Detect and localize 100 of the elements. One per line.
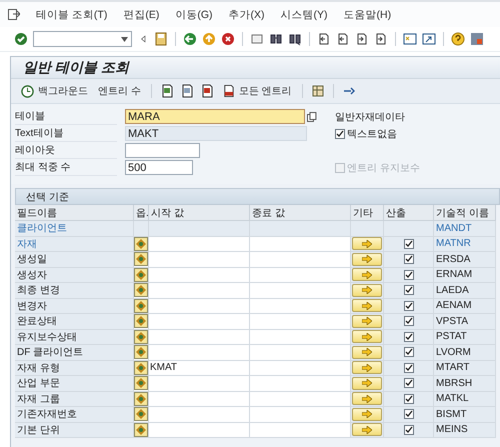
toolbar-button[interactable]: 백그라운드 (19, 84, 90, 98)
document-icon[interactable] (180, 84, 194, 98)
menu-item[interactable]: 추가(X) (228, 8, 264, 22)
toolbar-button[interactable]: 엔트리 수 (96, 84, 143, 98)
output-checkbox[interactable] (404, 285, 414, 296)
option-icon (136, 316, 146, 326)
input-field[interactable] (149, 345, 250, 360)
input-field[interactable] (250, 298, 351, 314)
input-field[interactable] (250, 345, 351, 360)
field-label: 테이블 (15, 108, 117, 125)
menu-item[interactable]: 편집(E) (123, 8, 160, 22)
input-field[interactable] (149, 392, 250, 407)
input-field[interactable] (149, 252, 250, 268)
document-icon[interactable] (160, 84, 174, 98)
input-field[interactable] (250, 330, 351, 345)
table-cell: PSTAT (434, 330, 496, 345)
field-name: 자재 유형 (17, 362, 60, 375)
find-next-icon[interactable] (288, 32, 302, 46)
input-field[interactable] (149, 314, 250, 330)
field-name: 생성일 (17, 253, 47, 266)
input-field[interactable] (250, 236, 351, 252)
clock-icon (21, 84, 34, 98)
output-checkbox[interactable] (404, 378, 414, 388)
input-field[interactable] (149, 236, 250, 252)
find-icon[interactable] (269, 32, 283, 46)
input-field[interactable] (250, 252, 351, 268)
input-field[interactable] (250, 283, 351, 298)
option-icon (136, 254, 146, 264)
input-field[interactable] (250, 360, 351, 376)
column-header: 기술적 이름 (434, 205, 496, 221)
input-field[interactable]: MAKT (125, 126, 307, 141)
input-field[interactable] (149, 298, 250, 314)
output-checkbox[interactable] (404, 254, 414, 264)
input-field[interactable] (125, 143, 200, 158)
column-header: 옵. (134, 205, 149, 221)
output-checkbox[interactable] (404, 238, 414, 249)
field-name: 클라이언트 (17, 222, 67, 236)
input-field[interactable] (250, 314, 351, 330)
page-icon[interactable] (374, 32, 388, 46)
table-cell: VPSTA (434, 314, 496, 330)
input-field[interactable] (149, 283, 250, 298)
document-icon (222, 84, 235, 98)
input-field[interactable] (149, 268, 250, 283)
input-field[interactable] (250, 392, 351, 407)
page-icon[interactable] (317, 32, 331, 46)
output-checkbox[interactable] (404, 332, 414, 342)
input-field[interactable] (149, 330, 250, 345)
checkbox[interactable] (335, 128, 345, 138)
field-name: 자재 그룹 (17, 392, 60, 406)
output-checkbox[interactable] (404, 270, 414, 280)
menu-item[interactable]: 이동(G) (175, 8, 212, 22)
save-icon[interactable] (154, 32, 168, 46)
input-field[interactable] (250, 422, 351, 438)
menu-item[interactable]: 도움말(H) (344, 8, 392, 22)
input-field[interactable]: 500 (125, 160, 193, 175)
option-icon (136, 238, 146, 249)
output-checkbox[interactable] (404, 424, 414, 435)
table-cell: MATKL (434, 392, 496, 407)
input-field[interactable] (250, 376, 351, 392)
output-checkbox[interactable] (404, 409, 414, 420)
menu-item[interactable]: 테이블 조회(T) (36, 8, 108, 22)
output-checkbox[interactable] (404, 300, 414, 311)
cancel-icon[interactable] (221, 32, 235, 46)
option-icon (136, 424, 146, 435)
input-field[interactable] (250, 268, 351, 283)
input-field[interactable] (149, 422, 250, 438)
table-icon[interactable] (310, 84, 325, 98)
output-checkbox[interactable] (404, 394, 414, 404)
input-field[interactable]: MARA (125, 109, 306, 124)
command-field[interactable] (33, 31, 132, 47)
enter-icon[interactable] (14, 32, 28, 46)
table-cell: AENAM (434, 298, 496, 314)
output-checkbox[interactable] (404, 347, 414, 358)
input-field[interactable] (149, 376, 250, 392)
field-name: 변경자 (17, 300, 47, 313)
option-icon (136, 285, 146, 296)
page-icon[interactable] (355, 32, 369, 46)
input-field[interactable]: KMAT (149, 360, 250, 376)
page-icon[interactable] (336, 32, 350, 46)
exit-icon[interactable] (202, 32, 216, 46)
menu-item[interactable]: 시스템(Y) (280, 8, 328, 22)
output-checkbox[interactable] (404, 316, 414, 326)
document-icon[interactable] (200, 84, 214, 98)
dropdown-icon[interactable] (121, 36, 128, 42)
toolbar-button[interactable]: 모든 엔트리 (220, 84, 294, 98)
section-header: 선택 기준 (15, 188, 500, 205)
shortcut-icon[interactable] (422, 32, 436, 46)
back-icon[interactable] (183, 32, 197, 46)
layout-icon[interactable] (470, 32, 484, 46)
copy-icon[interactable] (307, 112, 317, 122)
menu-icon[interactable] (8, 9, 20, 20)
new-window-icon[interactable] (403, 32, 417, 46)
input-field[interactable] (250, 407, 351, 422)
field-name: 자재 (17, 238, 37, 251)
checkbox-label: 텍스트없음 (347, 128, 397, 140)
option-icon (136, 409, 146, 420)
input-field[interactable] (149, 407, 250, 422)
help-icon[interactable] (451, 32, 465, 46)
output-checkbox[interactable] (404, 362, 414, 373)
column-header: 필드이름 (15, 205, 134, 221)
